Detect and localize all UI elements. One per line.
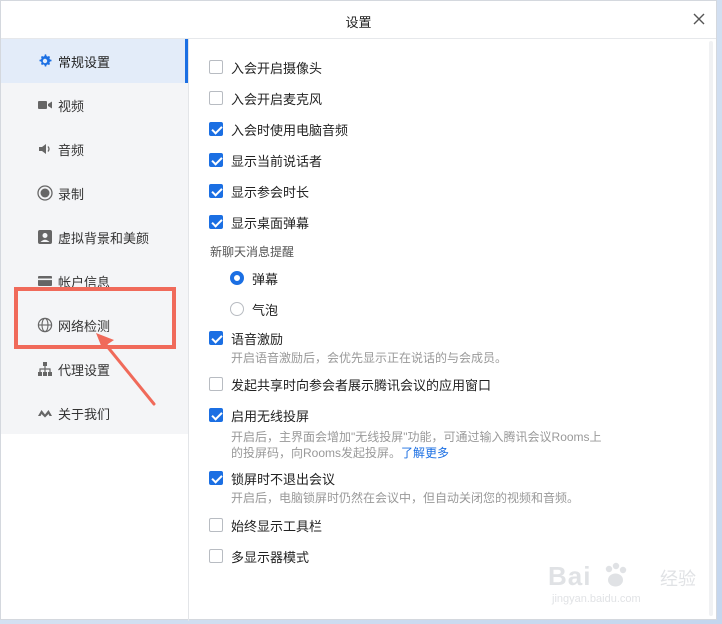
gear-icon: [39, 54, 52, 67]
mic-on-join-option[interactable]: 入会开启麦克风: [209, 88, 322, 108]
show-speaker-option[interactable]: 显示当前说话者: [209, 150, 322, 170]
watermark-brand: Bai: [548, 561, 592, 591]
pointer-arrow-icon: [96, 333, 156, 406]
chat-alert-barrage-option[interactable]: 弹幕: [230, 268, 278, 288]
title-bar: 设置: [1, 1, 716, 39]
share-app-window-option[interactable]: 发起共享时向参会者展示腾讯会议的应用窗口: [209, 374, 491, 394]
sidebar-item-label: 常规设置: [58, 55, 111, 70]
sidebar-item-video[interactable]: 视频: [1, 83, 188, 127]
record-icon: [37, 185, 53, 201]
multi-monitor-label: 多显示器模式: [231, 549, 310, 565]
sidebar-item-label: 虚拟背景和美颜: [58, 231, 150, 246]
paw-icon: [605, 562, 627, 587]
sidebar-item-record[interactable]: 录制: [1, 171, 188, 215]
chat-alert-bubble-option[interactable]: 气泡: [230, 299, 278, 319]
show-duration-label: 显示参会时长: [231, 184, 310, 200]
sidebar-item-label: 音频: [58, 143, 85, 158]
share-app-window-label: 发起共享时向参会者展示腾讯会议的应用窗口: [231, 377, 492, 393]
wireless-cast-description: 开启后，主界面会增加"无线投屏"功能，可通过输入腾讯会议Rooms上 的投屏码，…: [231, 429, 631, 461]
learn-more-link[interactable]: 了解更多: [401, 446, 449, 460]
show-duration-checkbox[interactable]: [209, 184, 223, 198]
wireless-cast-description-line2-row: 的投屏码，向Rooms发起投屏。了解更多: [231, 445, 631, 461]
multi-monitor-checkbox[interactable]: [209, 549, 223, 563]
show-speaker-label: 显示当前说话者: [231, 153, 323, 169]
close-button[interactable]: [690, 10, 708, 28]
content-scrollbar[interactable]: [709, 41, 713, 616]
lock-screen-checkbox[interactable]: [209, 471, 223, 485]
show-duration-option[interactable]: 显示参会时长: [209, 181, 309, 201]
portrait-icon: [38, 230, 52, 244]
watermark-url: jingyan.baidu.com: [552, 593, 641, 605]
network-icon: [38, 362, 52, 376]
watermark-text: 经验: [660, 569, 696, 589]
chat-alert-bubble-label: 气泡: [252, 302, 279, 318]
wireless-cast-label: 启用无线投屏: [231, 408, 310, 424]
desktop-barrage-label: 显示桌面弹幕: [231, 215, 310, 231]
video-icon: [38, 101, 52, 109]
chat-alert-section-label: 新聊天消息提醒: [210, 245, 295, 259]
sidebar-item-label: 录制: [58, 187, 85, 202]
lock-screen-option[interactable]: 锁屏时不退出会议: [209, 468, 335, 488]
chat-alert-barrage-radio[interactable]: [230, 271, 244, 285]
window-title: 设置: [345, 15, 372, 30]
close-icon: [693, 13, 705, 25]
camera-on-join-label: 入会开启摄像头: [231, 60, 323, 76]
desktop-barrage-checkbox[interactable]: [209, 215, 223, 229]
logo-icon: [38, 410, 52, 418]
always-toolbar-checkbox[interactable]: [209, 518, 223, 532]
sidebar-item-label: 视频: [58, 99, 85, 114]
computer-audio-label: 入会时使用电脑音频: [231, 122, 349, 138]
voice-excite-label: 语音激励: [231, 331, 284, 347]
voice-excite-option[interactable]: 语音激励: [209, 328, 283, 348]
wireless-cast-option[interactable]: 启用无线投屏: [209, 405, 309, 425]
wireless-cast-checkbox[interactable]: [209, 408, 223, 422]
chat-alert-barrage-label: 弹幕: [252, 271, 279, 287]
desktop-barrage-option[interactable]: 显示桌面弹幕: [209, 212, 309, 232]
mic-on-join-label: 入会开启麦克风: [231, 91, 323, 107]
sidebar-item-general[interactable]: 常规设置: [1, 39, 188, 83]
camera-on-join-checkbox[interactable]: [209, 60, 223, 74]
sidebar-item-virtual-background[interactable]: 虚拟背景和美颜: [1, 215, 188, 259]
general-settings-panel: 入会开启摄像头 入会开启麦克风 入会时使用电脑音频 显示当前说话者 显示参会时长…: [189, 39, 715, 619]
show-speaker-checkbox[interactable]: [209, 153, 223, 167]
computer-audio-option[interactable]: 入会时使用电脑音频: [209, 119, 348, 139]
mic-on-join-checkbox[interactable]: [209, 91, 223, 105]
camera-on-join-option[interactable]: 入会开启摄像头: [209, 57, 322, 77]
wireless-cast-description-line1: 开启后，主界面会增加"无线投屏"功能，可通过输入腾讯会议Rooms上: [231, 430, 602, 444]
always-toolbar-option[interactable]: 始终显示工具栏: [209, 515, 322, 535]
wireless-cast-description-line2: 的投屏码，向Rooms发起投屏。: [231, 446, 402, 460]
computer-audio-checkbox[interactable]: [209, 122, 223, 136]
always-toolbar-label: 始终显示工具栏: [231, 518, 323, 534]
sidebar-item-audio[interactable]: 音频: [1, 127, 188, 171]
chat-alert-bubble-radio[interactable]: [230, 302, 244, 316]
voice-excite-checkbox[interactable]: [209, 331, 223, 345]
baidu-jingyan-watermark: Bai 经验 jingyan.baidu.com: [548, 555, 718, 615]
speaker-icon: [39, 144, 50, 154]
share-app-window-checkbox[interactable]: [209, 377, 223, 391]
voice-excite-description: 开启语音激励后，会优先显示正在说话的与会成员。: [231, 351, 508, 365]
lock-screen-description: 开启后，电脑锁屏时仍然在会议中，但自动关闭您的视频和音频。: [231, 491, 580, 505]
lock-screen-label: 锁屏时不退出会议: [231, 471, 336, 487]
multi-monitor-option[interactable]: 多显示器模式: [209, 546, 309, 566]
